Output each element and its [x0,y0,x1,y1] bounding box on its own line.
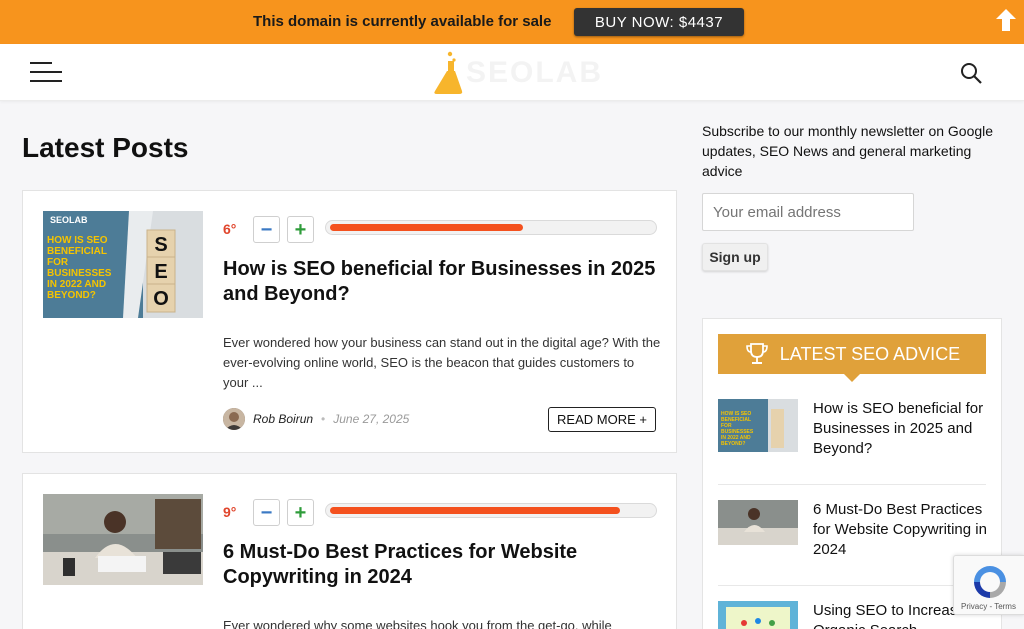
thumb-logo: SEOLAB [50,215,88,225]
vote-bar [325,503,657,518]
vote-down-button[interactable]: − [253,499,280,526]
vote-up-button[interactable]: + [287,216,314,243]
post-score: 9° [223,504,237,520]
flask-icon [434,51,463,94]
hamburger-icon[interactable] [30,59,62,85]
site-header: SEOLAB [0,44,1024,101]
divider [718,484,986,485]
recaptcha-links[interactable]: Privacy - Terms [961,602,1016,611]
recaptcha-icon [974,566,1006,598]
post-date: June 27, 2025 [333,412,410,426]
post-title[interactable]: 6 Must-Do Best Practices for Website Cop… [223,540,663,590]
post-thumbnail[interactable]: SEOLAB HOW IS SEO BENEFICIAL FOR BUSINES… [43,211,203,318]
divider [718,585,986,586]
post-meta: Rob Boirun • June 27, 2025 [223,408,409,430]
site-logo[interactable]: SEOLAB [430,51,601,95]
sign-up-button[interactable]: Sign up [702,243,768,271]
post-card: 9° − + 6 Must-Do Best Practices for Webs… [22,473,677,629]
vote-bar-fill [330,224,523,231]
sidebar-post-thumbnail[interactable]: HOW IS SEO BENEFICIAL FOR BUSINESSES IN 2022… [718,399,798,452]
vote-bar-fill [330,507,620,514]
sale-banner: This domain is currently available for s… [0,0,1024,44]
vote-up-button[interactable]: + [287,499,314,526]
sidebar-post-item[interactable]: 6 Must-Do Best Practices for Website Cop… [718,500,988,560]
read-more-button[interactable]: READ MORE + [548,407,656,432]
svg-text:O: O [153,288,169,310]
sidebar-post-item[interactable]: HOW IS SEO BENEFICIAL FOR BUSINESSES IN 2022… [718,399,986,459]
email-field[interactable] [702,193,914,231]
page-title: Latest Posts [22,132,189,163]
meta-separator: • [321,412,326,426]
sidebar-post-item[interactable]: Using SEO to Increase Organic Search [718,601,986,629]
trophy-icon [745,343,768,364]
post-score: 6° [223,221,237,237]
arrow-up-icon[interactable] [993,7,1019,33]
sidebar-post-thumbnail[interactable] [718,500,798,545]
vote-down-button[interactable]: − [253,216,280,243]
sale-message: This domain is currently available for s… [253,13,552,30]
post-title[interactable]: How is SEO beneficial for Businesses in … [223,257,663,307]
svg-text:E: E [154,261,167,283]
buy-now-button[interactable]: BUY NOW: $4437 [574,8,744,36]
avatar [223,408,245,430]
post-author[interactable]: Rob Boirun [253,412,313,426]
sidebar-post-thumbnail[interactable] [718,601,798,629]
post-card: SEOLAB HOW IS SEO BENEFICIAL FOR BUSINES… [22,190,677,453]
vote-bar [325,220,657,235]
recaptcha-badge[interactable]: Privacy - Terms [953,555,1024,615]
svg-text:S: S [154,234,167,256]
post-thumbnail[interactable] [43,494,203,585]
post-excerpt: Ever wondered how your business can stan… [223,335,661,390]
logo-text: SEOLAB [466,56,604,89]
sidebar-post-title[interactable]: 6 Must-Do Best Practices for Website Cop… [813,500,988,560]
widget-title: LATEST SEO ADVICE [718,334,986,382]
search-icon[interactable] [960,62,982,84]
post-excerpt: Ever wondered why some websites hook you… [223,618,612,629]
newsletter-text: Subscribe to our monthly newsletter on G… [702,123,994,179]
sidebar-post-title[interactable]: How is SEO beneficial for Businesses in … [813,399,988,459]
widget-title-text: LATEST SEO ADVICE [779,343,961,364]
